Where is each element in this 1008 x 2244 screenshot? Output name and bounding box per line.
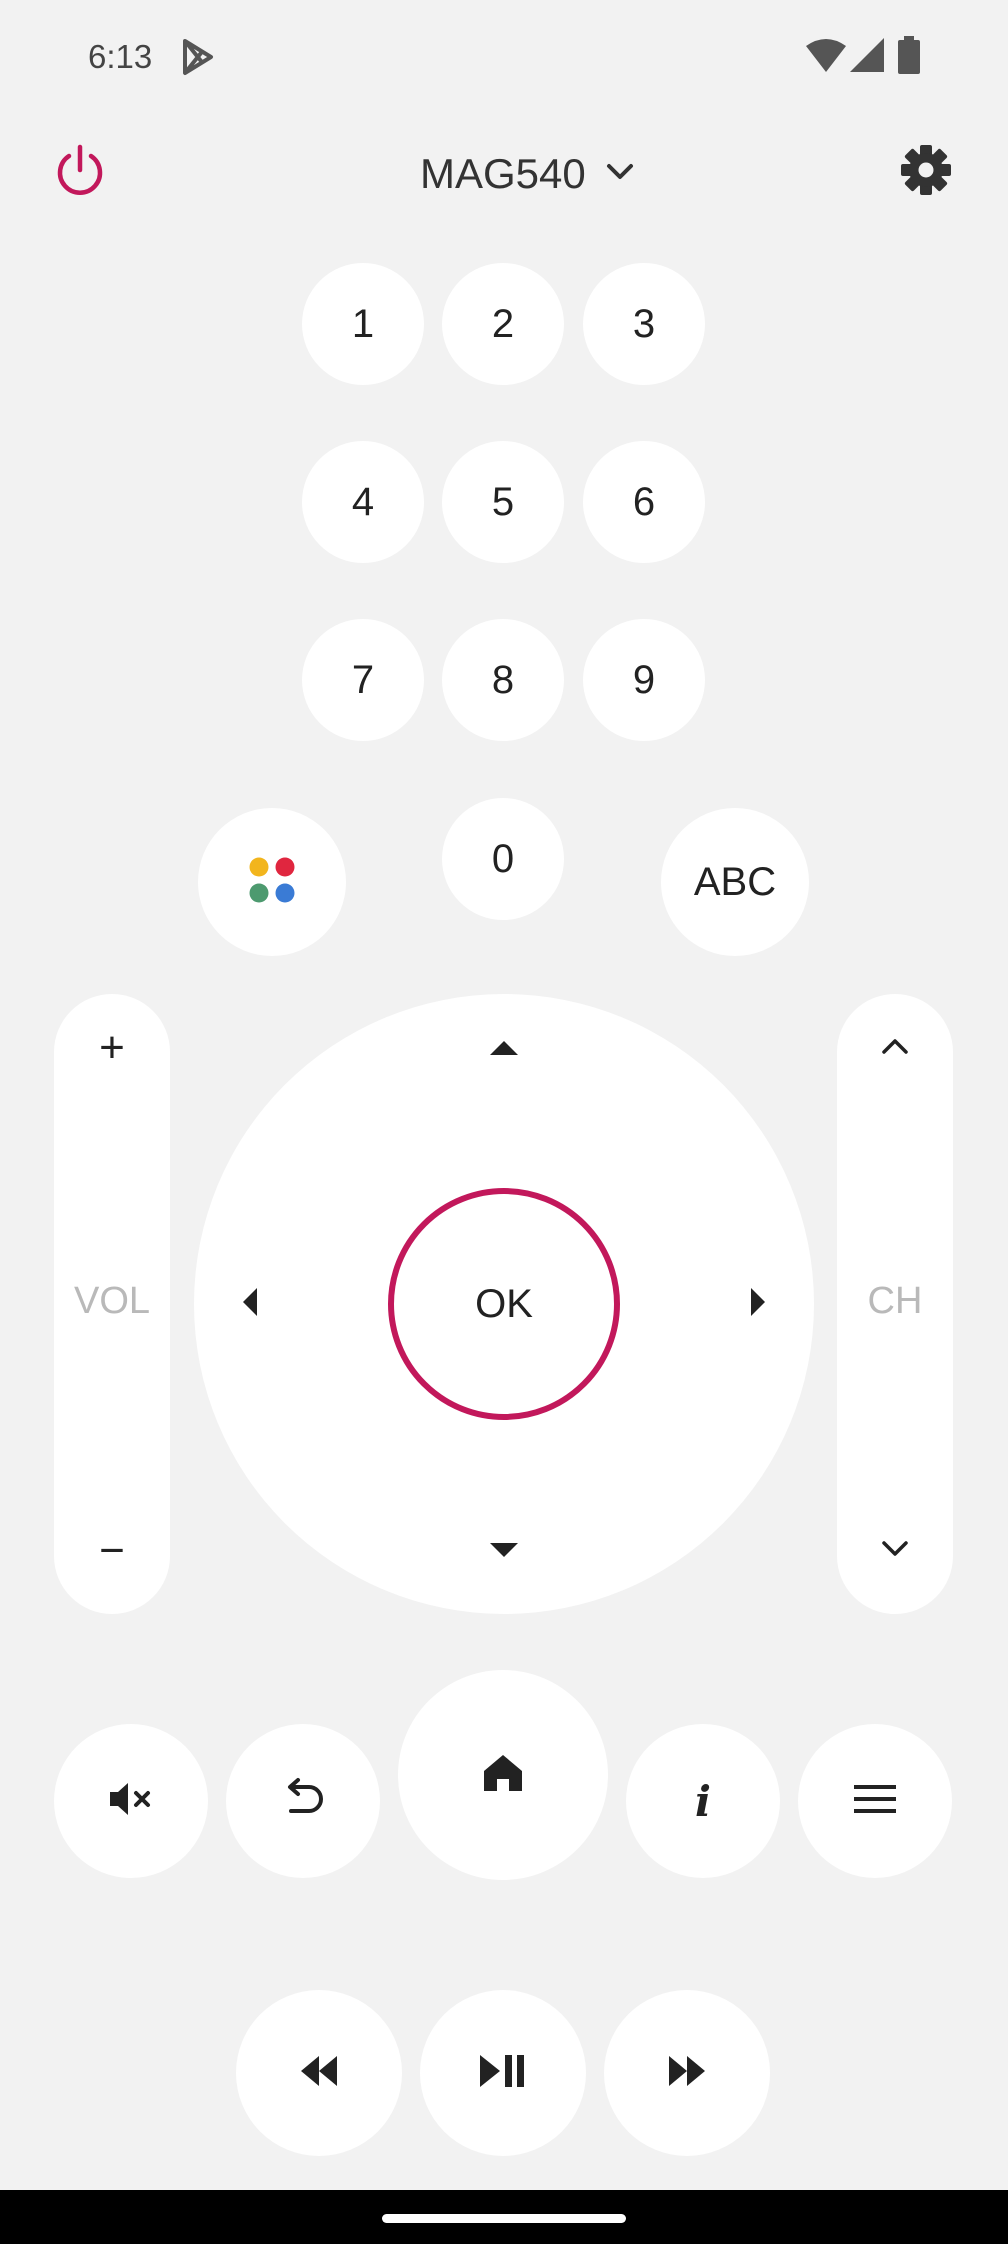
color-dots-icon <box>247 855 297 910</box>
color-buttons-button[interactable] <box>198 808 346 956</box>
chevron-down-icon <box>881 1540 909 1563</box>
arrow-left-icon <box>242 1287 258 1321</box>
channel-label: CH <box>867 1280 923 1322</box>
rewind-icon <box>299 2055 339 2091</box>
abc-label: ABC <box>693 859 777 904</box>
digit-2-button[interactable]: 2 <box>442 263 564 385</box>
channel-control: CH <box>837 994 953 1614</box>
dpad-right-button[interactable] <box>722 1264 794 1344</box>
battery-icon <box>898 36 920 74</box>
digit-label: 6 <box>632 479 656 524</box>
volume-control: + VOL − <box>54 994 170 1614</box>
menu-icon <box>854 1784 896 1819</box>
volume-down-button[interactable]: − <box>54 1516 170 1586</box>
settings-button[interactable] <box>900 144 952 196</box>
device-name: MAG540 <box>420 150 586 197</box>
menu-button[interactable] <box>798 1724 952 1878</box>
fast-forward-icon <box>667 2055 707 2091</box>
digit-4-button[interactable]: 4 <box>302 441 424 563</box>
digit-8-button[interactable]: 8 <box>442 619 564 741</box>
info-icon: i <box>695 1776 711 1826</box>
digit-0-button[interactable]: 0 <box>442 798 564 920</box>
arrow-down-icon <box>490 1542 518 1563</box>
play-store-icon <box>180 38 216 76</box>
volume-up-button[interactable]: + <box>54 1016 170 1080</box>
back-icon <box>281 1777 325 1826</box>
dpad-left-button[interactable] <box>214 1264 286 1344</box>
digit-7-button[interactable]: 7 <box>302 619 424 741</box>
digit-6-button[interactable]: 6 <box>583 441 705 563</box>
status-time: 6:13 <box>88 38 153 75</box>
info-button[interactable]: i <box>626 1724 780 1878</box>
arrow-right-icon <box>750 1287 766 1321</box>
channel-down-button[interactable] <box>837 1516 953 1586</box>
gear-icon <box>900 144 952 196</box>
digit-label: 0 <box>491 836 515 881</box>
digit-3-button[interactable]: 3 <box>583 263 705 385</box>
home-icon <box>482 1753 524 1798</box>
mute-icon <box>108 1780 154 1823</box>
digit-label: 3 <box>632 301 656 346</box>
digit-label: 1 <box>351 301 375 346</box>
device-selector[interactable]: MAG540 <box>420 144 634 204</box>
digit-1-button[interactable]: 1 <box>302 263 424 385</box>
power-button[interactable] <box>52 142 108 198</box>
volume-label: VOL <box>73 1280 151 1322</box>
digit-label: 5 <box>491 479 515 524</box>
digit-label: 8 <box>491 657 515 702</box>
back-button[interactable] <box>226 1724 380 1878</box>
home-gesture-handle[interactable] <box>382 2214 626 2223</box>
play-pause-button[interactable] <box>420 1990 586 2156</box>
chevron-up-icon <box>881 1037 909 1060</box>
digit-label: 7 <box>351 657 375 702</box>
cell-signal-icon <box>850 38 884 72</box>
power-icon <box>52 142 108 198</box>
chevron-down-icon <box>606 163 634 186</box>
ok-label: OK <box>475 1281 533 1326</box>
navigation-bar <box>0 2190 1008 2244</box>
dpad: OK <box>194 994 814 1614</box>
wifi-icon <box>806 38 846 72</box>
play-pause-icon <box>480 2054 526 2092</box>
digit-5-button[interactable]: 5 <box>442 441 564 563</box>
dpad-down-button[interactable] <box>464 1516 544 1588</box>
arrow-up-icon <box>490 1040 518 1061</box>
digit-label: 9 <box>632 657 656 702</box>
mute-button[interactable] <box>54 1724 208 1878</box>
dpad-up-button[interactable] <box>464 1014 544 1086</box>
digit-9-button[interactable]: 9 <box>583 619 705 741</box>
fast-forward-button[interactable] <box>604 1990 770 2156</box>
channel-up-button[interactable] <box>837 1016 953 1080</box>
abc-button[interactable]: ABC <box>661 808 809 956</box>
home-button[interactable] <box>398 1670 608 1880</box>
digit-label: 4 <box>351 479 375 524</box>
rewind-button[interactable] <box>236 1990 402 2156</box>
digit-label: 2 <box>491 301 515 346</box>
ok-button[interactable]: OK <box>388 1188 620 1420</box>
